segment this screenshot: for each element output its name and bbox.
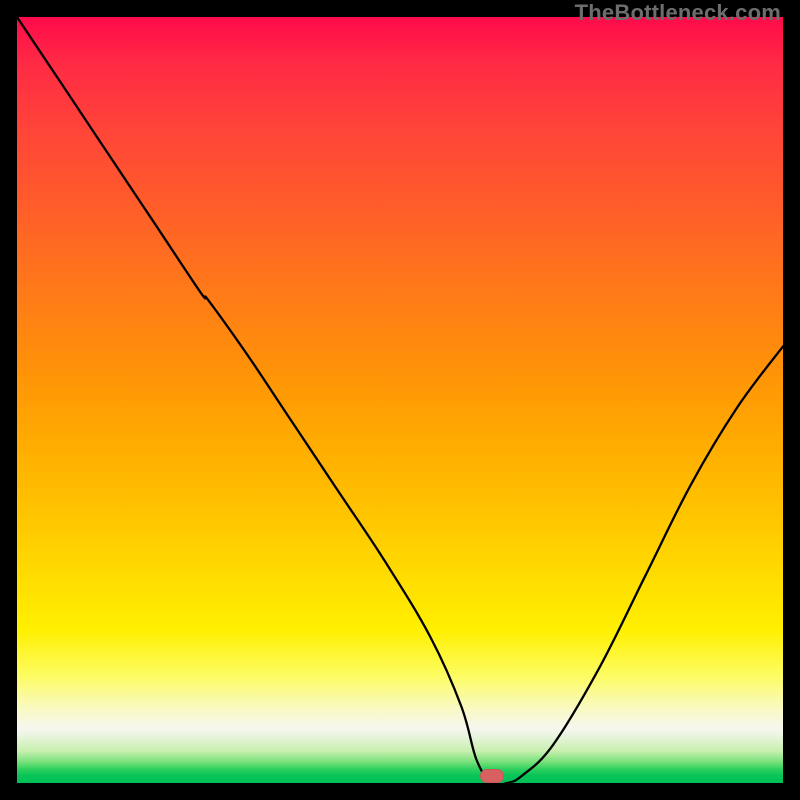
watermark-text: TheBottleneck.com <box>575 0 781 26</box>
bottleneck-curve <box>17 17 783 783</box>
plot-area <box>17 17 783 783</box>
optimal-point-marker <box>480 769 504 783</box>
chart-frame: TheBottleneck.com <box>0 0 800 800</box>
